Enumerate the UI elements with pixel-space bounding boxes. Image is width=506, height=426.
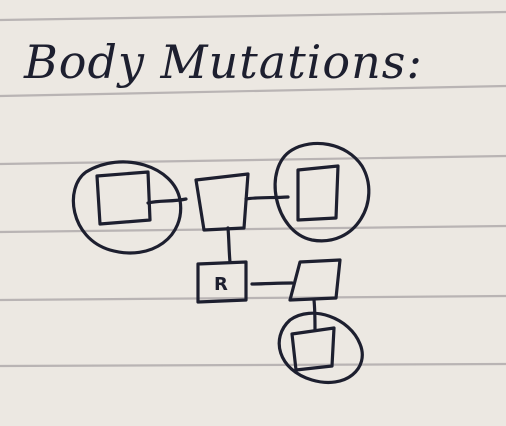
edge-n2-n4 bbox=[226, 226, 232, 264]
node-n5 bbox=[288, 258, 342, 302]
node-n4-label: R bbox=[214, 274, 228, 295]
rule-line bbox=[0, 224, 506, 234]
rule-line bbox=[0, 10, 506, 22]
node-n5-square bbox=[288, 258, 342, 302]
edge-n2-n3 bbox=[244, 195, 290, 201]
node-n1-circle bbox=[71, 160, 183, 255]
node-n2 bbox=[194, 172, 250, 232]
diagram-canvas: Body Mutations: R bbox=[0, 10, 506, 384]
diagram-title: Body Mutations: bbox=[23, 35, 423, 89]
rule-line bbox=[0, 154, 506, 166]
node-n3-square bbox=[296, 164, 340, 222]
node-n1 bbox=[71, 160, 183, 255]
edge-n5-n6 bbox=[312, 298, 317, 332]
notebook-page: Body Mutations: R bbox=[0, 0, 506, 426]
node-n4: R bbox=[196, 260, 248, 304]
node-n6 bbox=[277, 311, 364, 384]
edge-n4-n5 bbox=[250, 281, 294, 286]
node-n6-circle bbox=[277, 311, 364, 384]
node-n1-square bbox=[95, 170, 152, 226]
node-n2-square bbox=[194, 172, 250, 232]
rule-line bbox=[0, 362, 506, 368]
rule-line bbox=[0, 294, 506, 302]
